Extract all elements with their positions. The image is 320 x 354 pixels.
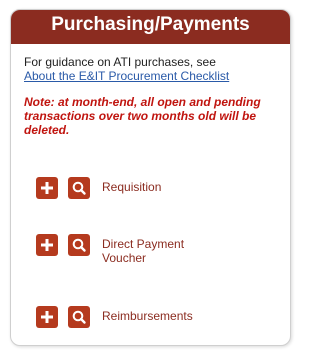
search-direct-payment-voucher-button[interactable] — [68, 234, 90, 256]
plus-icon — [36, 177, 58, 199]
procurement-checklist-link[interactable]: About the E&IT Procurement Checklist — [24, 69, 229, 83]
guidance-text-block: For guidance on ATI purchases, see About… — [24, 55, 229, 83]
requisition-row: Requisition — [36, 177, 266, 199]
add-direct-payment-voucher-button[interactable] — [36, 234, 58, 256]
search-icon — [68, 177, 90, 199]
add-reimbursement-button[interactable] — [36, 306, 58, 328]
search-requisition-button[interactable] — [68, 177, 90, 199]
search-icon — [68, 306, 90, 328]
panel-title: Purchasing/Payments — [11, 10, 290, 44]
search-reimbursements-button[interactable] — [68, 306, 90, 328]
requisition-label[interactable]: Requisition — [102, 180, 242, 194]
month-end-note: Note: at month-end, all open and pending… — [24, 95, 261, 137]
reimbursements-row: Reimbursements — [36, 306, 266, 328]
plus-icon — [36, 306, 58, 328]
guidance-text: For guidance on ATI purchases, see — [24, 55, 216, 69]
direct-payment-voucher-row: Direct Payment Voucher — [36, 234, 266, 265]
purchasing-payments-panel: Purchasing/Payments For guidance on ATI … — [10, 9, 291, 346]
direct-payment-voucher-label[interactable]: Direct Payment Voucher — [102, 237, 212, 265]
plus-icon — [36, 234, 58, 256]
search-icon — [68, 234, 90, 256]
reimbursements-label[interactable]: Reimbursements — [102, 309, 242, 323]
add-requisition-button[interactable] — [36, 177, 58, 199]
